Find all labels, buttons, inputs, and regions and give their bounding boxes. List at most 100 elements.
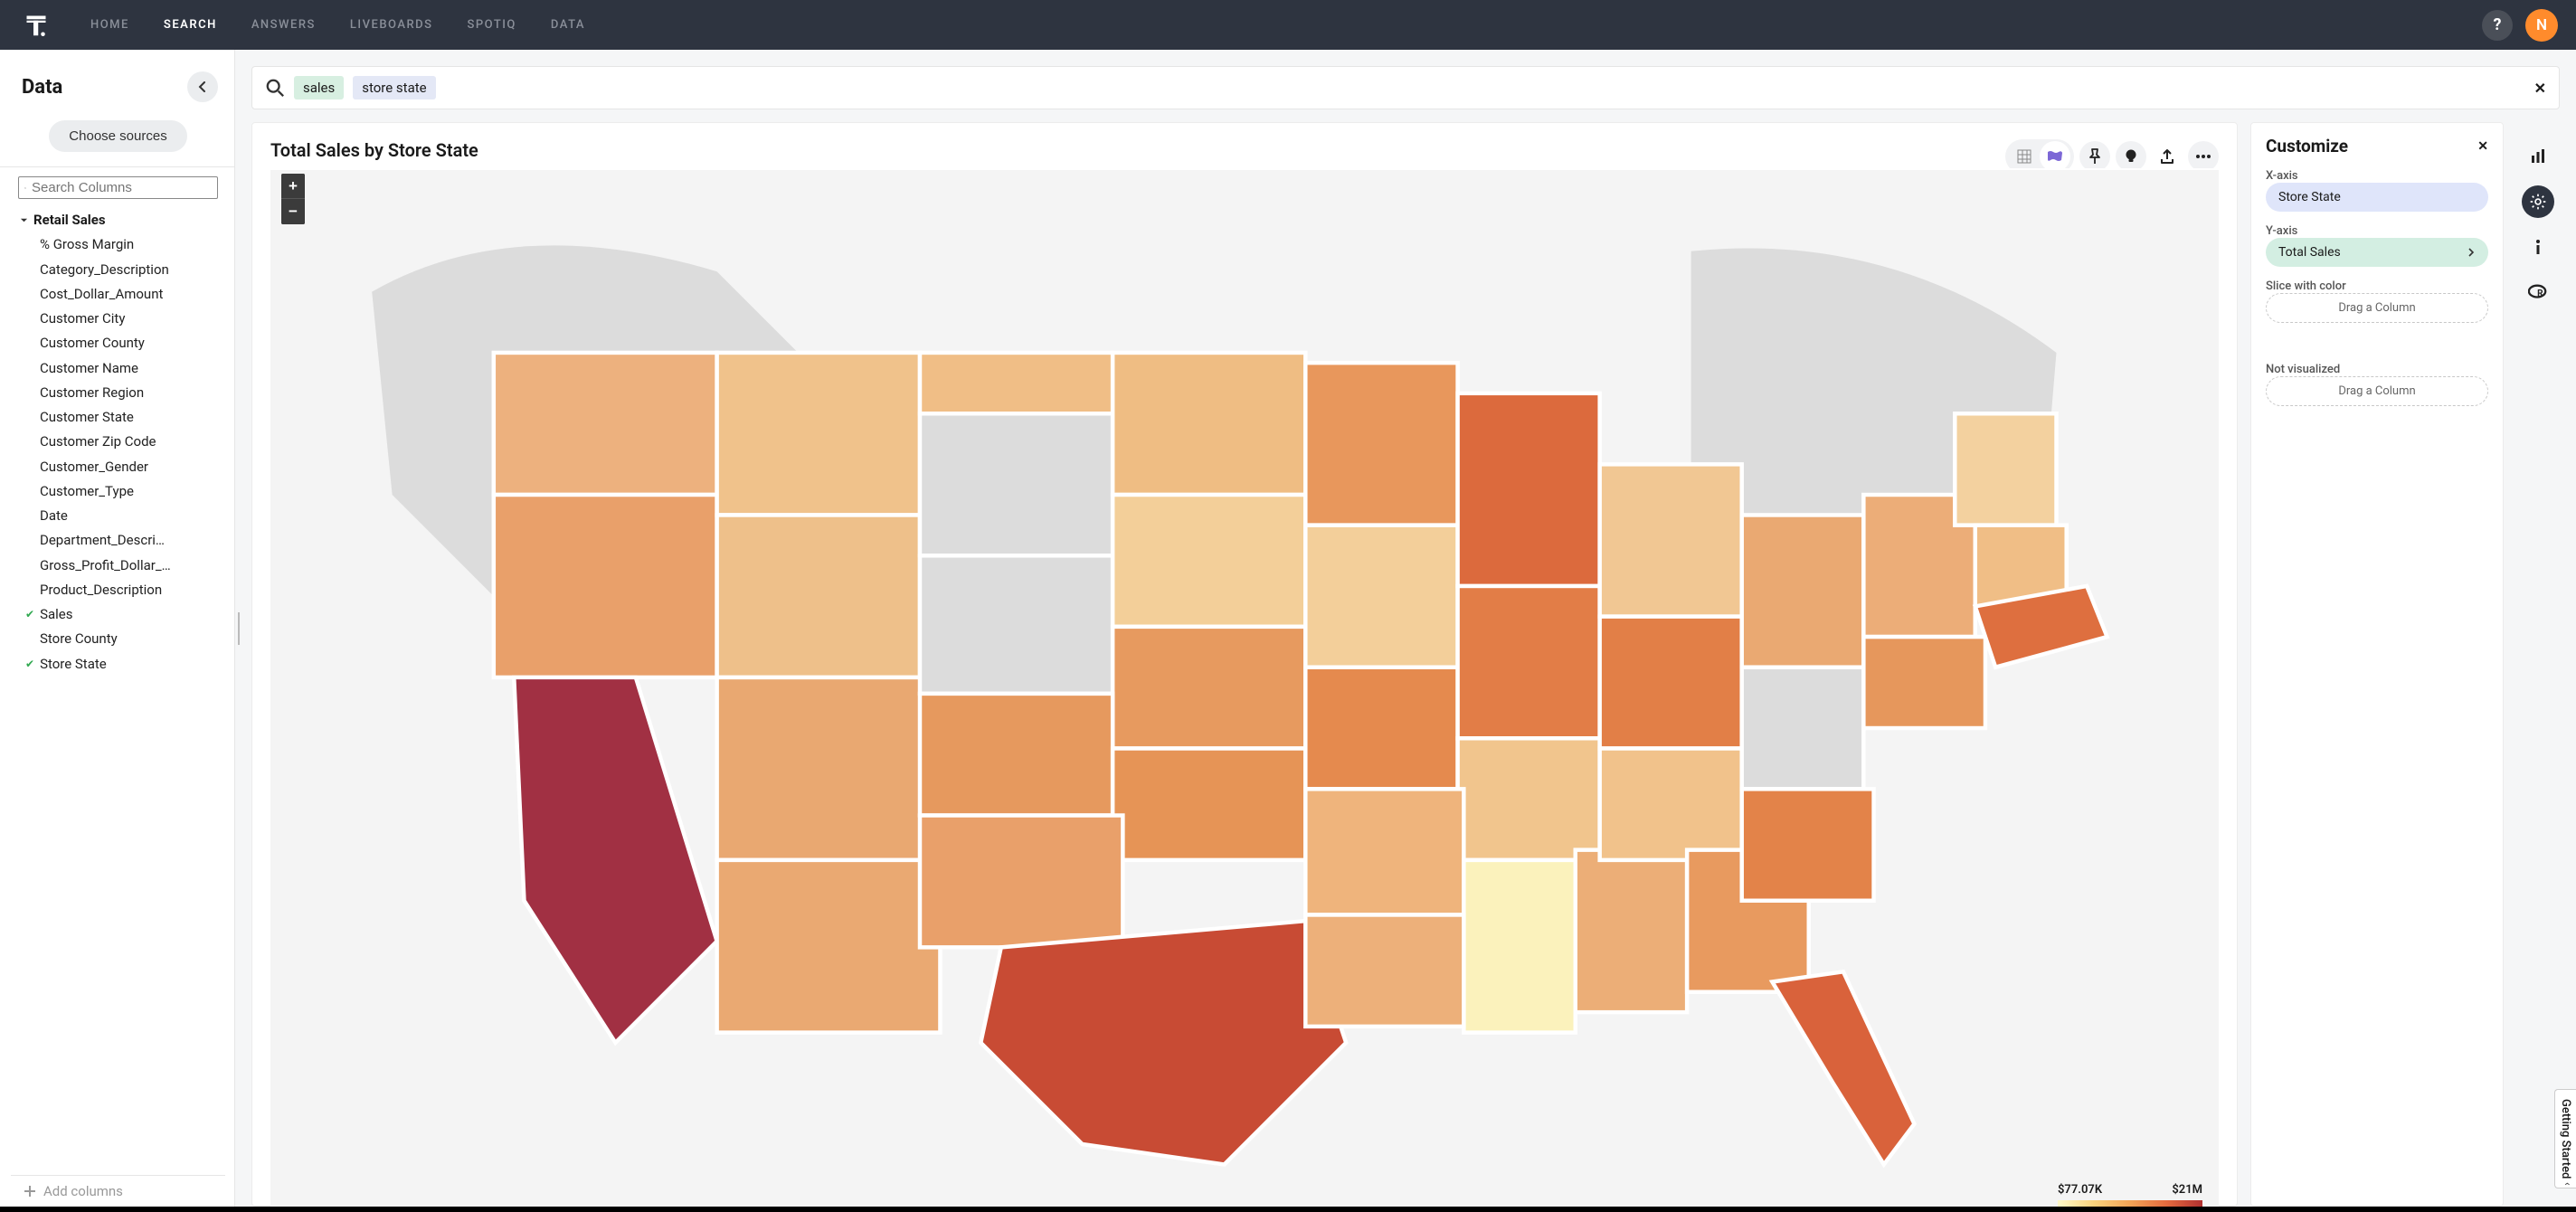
chevron-left-icon: ‹ <box>2562 1182 2574 1186</box>
zoom-in-button[interactable]: + <box>281 174 305 199</box>
column-label: Sales <box>40 604 72 625</box>
customize-panel: Customize ✕ X-axis Store State Y-axis To… <box>2250 122 2504 1207</box>
right-rail: R <box>2516 122 2560 1207</box>
us-choropleth-map <box>270 168 2219 1207</box>
chevron-left-icon <box>197 81 208 92</box>
column-label: Date <box>40 506 68 526</box>
column-item[interactable]: ✔Store State <box>20 652 210 677</box>
search-token-attribute[interactable]: store state <box>353 76 435 99</box>
rail-info-button[interactable] <box>2522 231 2554 263</box>
customize-title: Customize <box>2266 136 2348 156</box>
column-label: Customer Region <box>40 383 144 403</box>
column-label: Customer Zip Code <box>40 431 156 452</box>
search-bar[interactable]: sales store state ✕ <box>251 66 2560 109</box>
column-item[interactable]: % Gross Margin <box>20 232 210 257</box>
chart-panel: Total Sales by Store State <box>251 122 2238 1207</box>
column-label: Store County <box>40 629 118 649</box>
getting-started-label: Getting Started <box>2559 1099 2572 1179</box>
column-label: Department_Descri… <box>40 530 165 551</box>
y-axis-label: Y-axis <box>2266 224 2488 238</box>
column-label: Category_Description <box>40 260 169 280</box>
nav-data[interactable]: DATA <box>551 18 585 32</box>
plus-icon <box>24 1185 36 1198</box>
data-panel: Data Choose sources Retail Sales % Gross… <box>0 50 235 1207</box>
nav-spotiq[interactable]: SPOTIQ <box>468 18 516 32</box>
chart-title: Total Sales by Store State <box>270 139 2219 161</box>
search-columns-box[interactable] <box>18 176 218 199</box>
top-nav: HOME SEARCH ANSWERS LIVEBOARDS SPOTIQ DA… <box>0 0 2576 50</box>
rail-chart-config-button[interactable] <box>2522 140 2554 173</box>
column-item[interactable]: Store County <box>20 627 210 651</box>
column-item[interactable]: Customer Region <box>20 381 210 405</box>
table-view-button[interactable] <box>2009 141 2040 172</box>
column-item[interactable]: Category_Description <box>20 258 210 282</box>
column-item[interactable]: Customer_Type <box>20 479 210 504</box>
column-item[interactable]: Cost_Dollar_Amount <box>20 282 210 307</box>
datasource-root[interactable]: Retail Sales <box>20 208 225 232</box>
color-legend: $77.07K $21M <box>2058 1183 2202 1207</box>
x-axis-value: Store State <box>2278 190 2341 204</box>
search-token-measure[interactable]: sales <box>294 76 344 99</box>
more-actions-button[interactable] <box>2188 141 2219 172</box>
caret-down-icon <box>20 216 28 224</box>
column-item[interactable]: Product_Description <box>20 578 210 602</box>
add-columns-row[interactable]: Add columns <box>11 1175 225 1207</box>
map-area[interactable]: + − <box>270 168 2219 1207</box>
pin-button[interactable] <box>2079 141 2110 172</box>
column-label: Customer Name <box>40 358 138 379</box>
map-chart-icon <box>2046 149 2064 164</box>
nav-search[interactable]: SEARCH <box>164 18 217 32</box>
chart-view-button[interactable] <box>2040 141 2070 172</box>
share-button[interactable] <box>2152 141 2183 172</box>
column-item[interactable]: ✔Sales <box>20 602 210 627</box>
getting-started-tab[interactable]: Getting Started ‹ <box>2554 1089 2576 1188</box>
help-button[interactable]: ? <box>2482 10 2513 41</box>
bar-chart-icon <box>2530 148 2546 165</box>
column-item[interactable]: Customer_Gender <box>20 455 210 479</box>
rail-settings-button[interactable] <box>2522 185 2554 218</box>
svg-text:R: R <box>2537 289 2543 299</box>
column-item[interactable]: Gross_Profit_Dollar_… <box>20 554 210 578</box>
column-item[interactable]: Customer Name <box>20 356 210 381</box>
column-item[interactable]: Customer Zip Code <box>20 430 210 454</box>
chevron-right-icon <box>2467 248 2476 257</box>
search-columns-input[interactable] <box>32 180 212 195</box>
column-item[interactable]: Customer County <box>20 331 210 355</box>
x-axis-pill[interactable]: Store State <box>2266 183 2488 212</box>
nav-liveboards[interactable]: LIVEBOARDS <box>350 18 433 32</box>
info-icon <box>2531 239 2545 255</box>
column-label: Customer City <box>40 308 125 329</box>
nav-answers[interactable]: ANSWERS <box>251 18 316 32</box>
collapse-data-panel-button[interactable] <box>187 71 218 102</box>
insights-button[interactable] <box>2116 141 2146 172</box>
slice-color-dropzone[interactable]: Drag a Column <box>2266 293 2488 323</box>
nav-home[interactable]: HOME <box>90 18 129 32</box>
clear-search-button[interactable]: ✕ <box>2534 80 2546 97</box>
column-item[interactable]: Customer State <box>20 405 210 430</box>
search-icon <box>24 181 26 195</box>
not-visualized-dropzone[interactable]: Drag a Column <box>2266 376 2488 406</box>
y-axis-pill[interactable]: Total Sales <box>2266 238 2488 267</box>
column-label: Customer_Gender <box>40 457 148 478</box>
brand-logo[interactable] <box>18 7 54 43</box>
column-label: Product_Description <box>40 580 162 601</box>
table-icon <box>2016 148 2032 165</box>
rail-r-analysis-button[interactable]: R <box>2522 276 2554 308</box>
column-label: Cost_Dollar_Amount <box>40 284 163 305</box>
column-label: Customer State <box>40 407 134 428</box>
r-logo-icon: R <box>2528 284 2548 300</box>
column-item[interactable]: Department_Descri… <box>20 528 210 553</box>
zoom-out-button[interactable]: − <box>281 199 305 224</box>
customize-close-button[interactable]: ✕ <box>2477 139 2488 154</box>
user-avatar[interactable]: N <box>2525 9 2558 42</box>
column-item[interactable]: Date <box>20 504 210 528</box>
legend-max: $21M <box>2172 1183 2202 1197</box>
pin-icon <box>2088 148 2102 165</box>
column-item[interactable]: Customer City <box>20 307 210 331</box>
choose-sources-button[interactable]: Choose sources <box>49 120 186 152</box>
share-upload-icon <box>2159 148 2175 165</box>
column-label: % Gross Margin <box>40 234 134 255</box>
data-panel-title: Data <box>22 76 62 99</box>
datasource-label: Retail Sales <box>33 210 106 231</box>
add-columns-label: Add columns <box>43 1183 123 1199</box>
